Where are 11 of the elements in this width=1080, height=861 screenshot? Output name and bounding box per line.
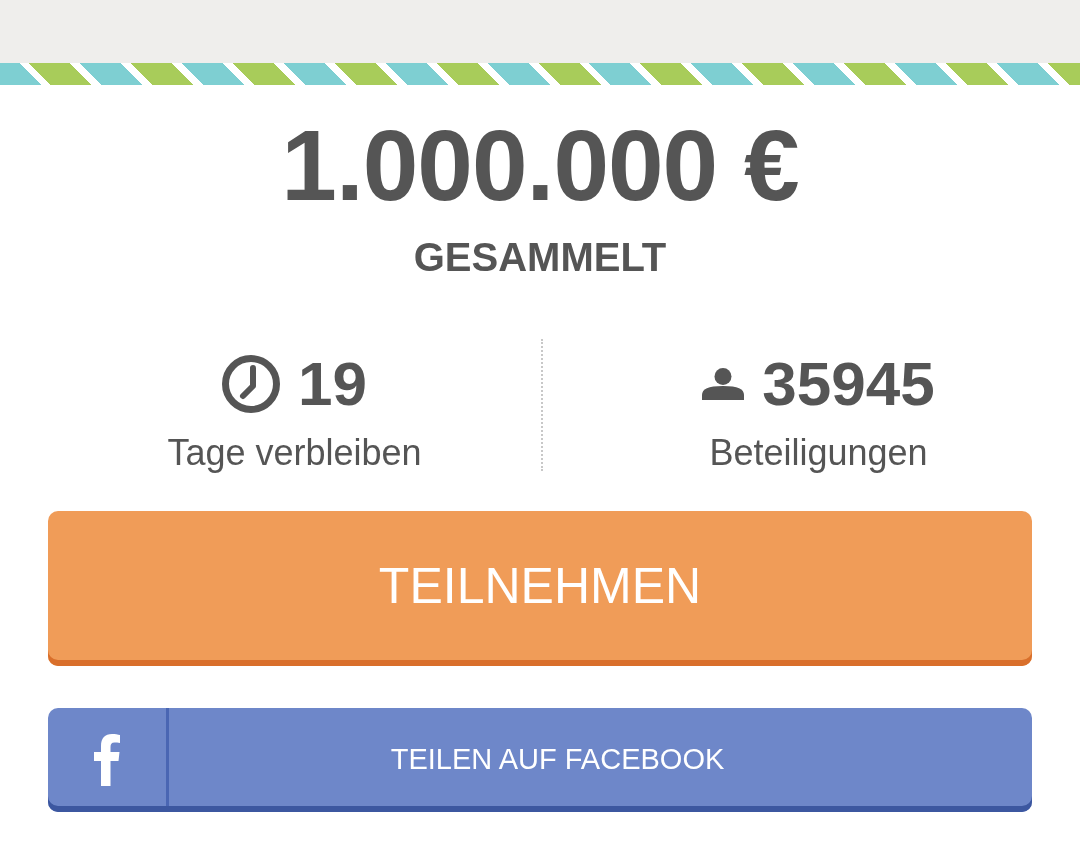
person-icon <box>702 368 745 400</box>
participate-button[interactable]: TEILNEHMEN <box>48 511 1032 666</box>
stat-value: 35945 <box>762 353 935 415</box>
raised-label: GESAMMELT <box>413 237 667 277</box>
clock-icon <box>222 355 280 413</box>
stat-label: Beteiligungen <box>709 435 928 471</box>
f-logo-icon <box>94 734 120 786</box>
stat-value: 19 <box>298 353 367 415</box>
raised-amount: 1.000.000 € <box>281 115 799 215</box>
facebook-share-button[interactable]: TEILEN AUF FACEBOOK <box>48 708 1032 812</box>
stat-label: Tage verbleiben <box>167 435 422 471</box>
